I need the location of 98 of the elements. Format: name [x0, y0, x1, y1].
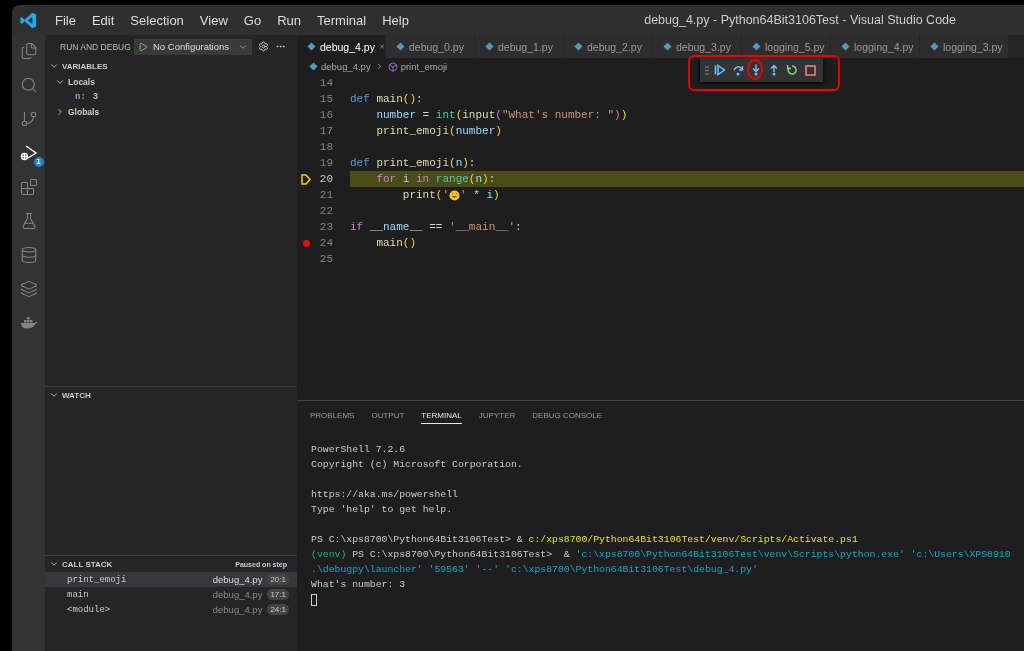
panel-tab[interactable]: JUPYTER [478, 410, 516, 424]
restart-icon[interactable] [786, 64, 798, 76]
section-title: VARIABLES [62, 61, 108, 71]
database-icon[interactable] [19, 246, 38, 264]
panel-tab[interactable]: PROBLEMS [310, 410, 355, 424]
code-line: def print_emoji(n): [350, 156, 477, 171]
line-number: 20 [318, 173, 333, 185]
line-number: 15 [318, 93, 333, 105]
menu-item[interactable]: Terminal [309, 12, 375, 28]
line-number: 22 [318, 205, 333, 217]
continue-icon[interactable] [714, 64, 726, 76]
terminal-cursor [311, 593, 317, 606]
step-over-icon[interactable] [732, 64, 744, 76]
python-file-icon [574, 42, 583, 51]
smiley-icon [449, 189, 461, 201]
variable-row[interactable]: n: 3 [45, 89, 297, 104]
layers-icon[interactable] [19, 280, 38, 298]
line-number: 18 [318, 141, 333, 153]
line-number: 17 [318, 125, 333, 137]
panel-tab[interactable]: DEBUG CONSOLE [532, 410, 603, 424]
terminal-line: .\debugpy\launcher' '59563' '--' 'c:\xps8700\Python64Bit3106Test\debug_4.py' [311, 564, 758, 575]
line-number: 19 [318, 157, 333, 169]
chevron-down-icon[interactable] [49, 61, 59, 71]
editor-tab[interactable]: debug_4.py [297, 35, 386, 58]
menu-item[interactable]: View [191, 12, 236, 28]
vscode-logo [20, 11, 37, 29]
code-line: main() [375, 236, 417, 251]
files-icon[interactable] [19, 42, 38, 60]
editor-tab[interactable]: debug_1.py [475, 35, 564, 58]
chevron-down-icon[interactable] [49, 559, 59, 569]
line-number: 23 [318, 221, 333, 233]
panel-tab[interactable]: TERMINAL [421, 410, 462, 424]
stack-frame[interactable]: <module> debug_4.py 24:1 [45, 602, 297, 617]
close-icon[interactable] [378, 41, 385, 52]
python-file-icon [752, 42, 761, 51]
search-icon[interactable] [19, 76, 38, 94]
breadcrumb-item[interactable]: print_emoji [387, 61, 448, 72]
line-number: 14 [318, 77, 333, 89]
menu-item[interactable]: Run [269, 12, 309, 28]
menu-item[interactable]: Edit [83, 12, 123, 28]
terminal-line: Type 'help' to get help. [311, 504, 453, 515]
line-number: 25 [318, 253, 333, 265]
terminal-line: PS C:\xps8700\Python64Bit3106Test> & c:/xps8700/Python64Bit3106Test/venv/Scripts/Activate.ps1 [311, 534, 858, 545]
menu-item[interactable]: Selection [122, 12, 192, 28]
panel-tab[interactable]: OUTPUT [371, 410, 405, 424]
editor-tab[interactable]: debug_0.py [386, 35, 475, 58]
flask-icon[interactable] [19, 212, 38, 230]
play-icon [138, 41, 148, 52]
breadcrumb-item[interactable]: debug_4.py [309, 61, 371, 72]
configuration-dropdown[interactable]: No Configurations [134, 38, 252, 55]
code-line: def main(): [350, 92, 424, 107]
line-number: 21 [318, 189, 333, 201]
python-file-icon [485, 42, 494, 51]
terminal-line: (venv) PS C:\xps8700\Python64Bit3106Test> & 'c:\xps8700\Python64Bit3106Test\venv\Scripts\python.exe' 'c:\Users\XPS8910 [311, 549, 1011, 560]
stop-icon[interactable] [804, 64, 816, 76]
line-number: 16 [318, 109, 333, 121]
chevron-down-icon[interactable] [49, 390, 59, 400]
chevron-right-icon[interactable] [55, 106, 65, 117]
menu-item[interactable]: Go [235, 12, 270, 28]
settings-icon[interactable] [258, 41, 269, 52]
code-line: print(' ' * i) [401, 188, 501, 203]
code-line: print_emoji(number) [375, 124, 503, 139]
code-line: number = int(input("What's number: ")) [375, 108, 629, 123]
extensions-icon[interactable] [19, 178, 38, 196]
step-out-icon[interactable] [769, 64, 779, 76]
terminal-line: https://aka.ms/powershell [311, 489, 458, 500]
terminal-line: What's number: 3 [311, 579, 406, 590]
python-file-icon [930, 42, 939, 51]
window-title: debug_4.py - Python64Bit3106Test - Visual Studio Code [644, 13, 956, 27]
terminal-line: Copyright (c) Microsoft Corporation. [311, 459, 523, 470]
python-file-icon [663, 42, 672, 51]
section-title: WATCH [62, 390, 91, 400]
section-title: CALL STACK [62, 559, 113, 569]
terminal-line: PowerShell 7.2.6 [311, 444, 406, 455]
line-number: 24 [318, 237, 333, 249]
method-icon [387, 61, 398, 72]
python-file-icon [307, 42, 316, 51]
whale-icon[interactable] [19, 316, 38, 330]
editor-tab[interactable]: debug_3.py [653, 35, 742, 58]
branch-icon[interactable] [19, 110, 38, 128]
python-file-icon [841, 42, 850, 51]
drag-handle-icon[interactable] [705, 65, 709, 75]
python-file-icon [396, 42, 405, 51]
scope-row[interactable]: Globals [45, 104, 297, 119]
code-line: if __name__ == '__main__': [350, 220, 523, 235]
python-file-icon [309, 62, 318, 71]
menu-item[interactable]: File [47, 12, 84, 28]
run-debug-icon[interactable] [19, 144, 38, 162]
scope-row[interactable]: Locals [45, 74, 297, 89]
editor-tab[interactable]: debug_2.py [564, 35, 653, 58]
step-into-icon[interactable] [751, 64, 761, 76]
editor-tab[interactable]: logging_4.py [831, 35, 920, 58]
editor-tab[interactable]: logging_3.py [920, 35, 1009, 58]
breakpoint-dot[interactable] [302, 239, 310, 247]
editor-tab[interactable]: logging_5.py [742, 35, 831, 58]
stack-frame[interactable]: main debug_4.py 17:1 [45, 587, 297, 602]
menu-item[interactable]: Help [374, 12, 417, 28]
stack-frame[interactable]: print_emoji debug_4.py 20:1 [45, 572, 297, 587]
